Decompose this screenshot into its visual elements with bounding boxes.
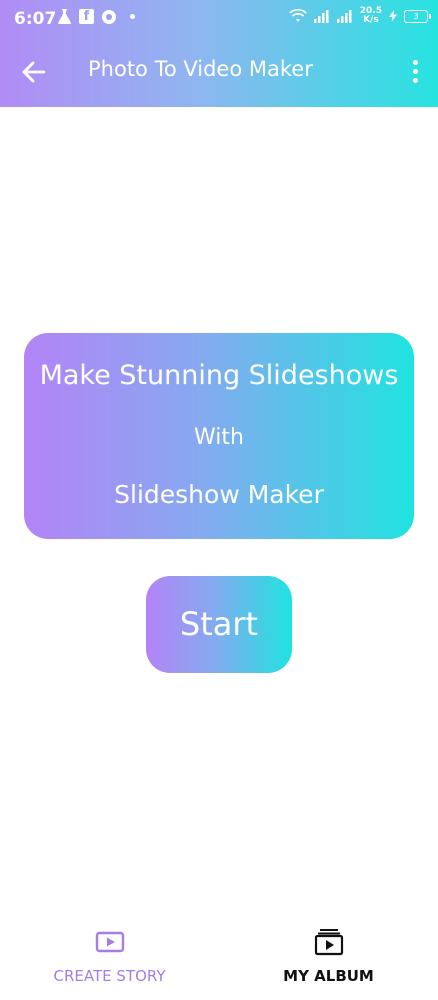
album-stack-icon — [314, 929, 344, 956]
hero-line-2: With — [194, 425, 244, 450]
signal-icon — [336, 9, 352, 23]
app-header: 6:07 f 20.5 K/s 3 Photo To Video Maker — [0, 0, 438, 107]
start-button[interactable]: Start — [146, 576, 292, 673]
bottom-navigation: CREATE STORY MY ALBUM — [0, 915, 438, 1000]
charging-icon — [389, 10, 397, 22]
hero-line-3: Slideshow Maker — [114, 480, 324, 509]
more-vertical-icon[interactable] — [410, 60, 420, 86]
system-icons: 20.5 K/s 3 — [289, 6, 431, 25]
nav-label: CREATE STORY — [53, 967, 166, 985]
page-title: Photo To Video Maker — [88, 57, 313, 81]
dot-icon — [130, 14, 135, 19]
messenger-icon — [102, 9, 116, 24]
battery-icon: 3 — [404, 9, 431, 23]
network-speed: 20.5 K/s — [359, 6, 382, 25]
status-bar: 6:07 f 20.5 K/s 3 — [0, 0, 438, 38]
play-rectangle-icon — [95, 931, 125, 953]
arrow-left-icon[interactable] — [20, 58, 48, 86]
nav-create-story[interactable]: CREATE STORY — [0, 915, 219, 1000]
toolbar: Photo To Video Maker — [0, 38, 438, 107]
nav-label: MY ALBUM — [283, 967, 374, 985]
nav-my-album[interactable]: MY ALBUM — [219, 915, 438, 1000]
signal-icon — [313, 9, 329, 23]
wifi-icon — [289, 9, 307, 22]
hero-line-1: Make Stunning Slideshows — [39, 360, 399, 391]
facebook-icon: f — [79, 9, 94, 24]
status-time: 6:07 — [14, 9, 57, 29]
app-screen: 6:07 f 20.5 K/s 3 Photo To Video Maker M… — [0, 0, 438, 1000]
notification-icons: f — [58, 9, 135, 24]
hero-banner: Make Stunning Slideshows With Slideshow … — [24, 333, 414, 539]
flask-icon — [58, 9, 71, 24]
